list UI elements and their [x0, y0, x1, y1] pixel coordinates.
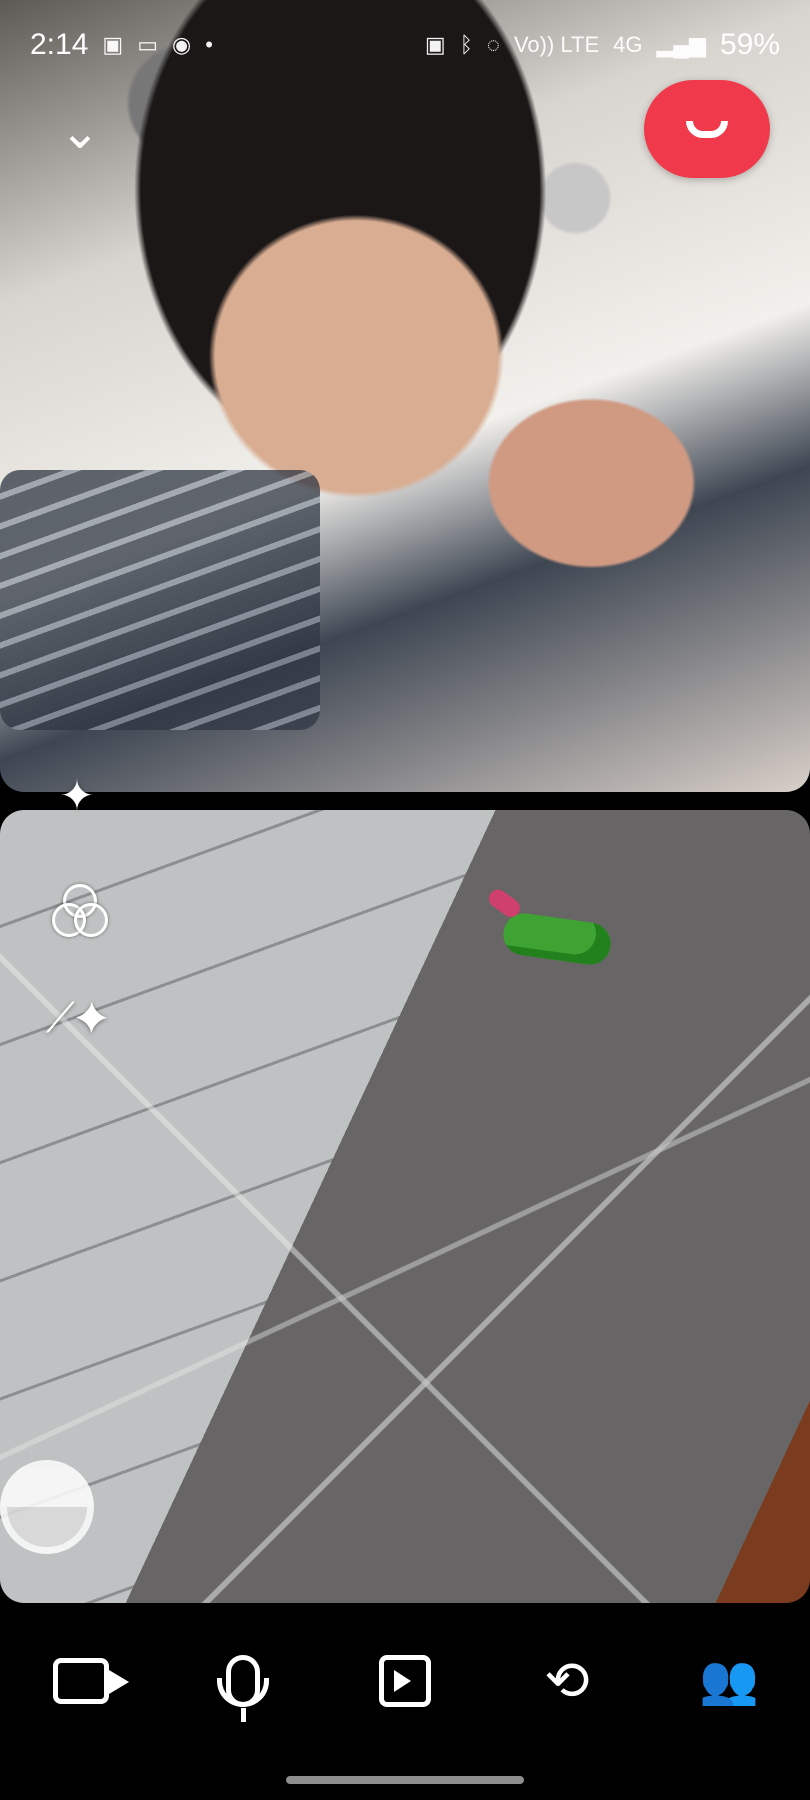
end-call-button[interactable] [644, 80, 770, 178]
time-text: 2:14 [30, 28, 89, 61]
filters-icon [51, 883, 108, 937]
status-left: 2:14 ▣ ▭ ◉ • [30, 28, 213, 62]
home-indicator[interactable] [286, 1776, 524, 1784]
mute-icon: ◌ [486, 32, 500, 57]
video-camera-icon [53, 1658, 129, 1704]
rug-pattern [0, 810, 810, 1603]
status-bar: 2:14 ▣ ▭ ◉ • ▣ ᛒ ◌ Vo)) LTE 4G ▂▄▆ 59% [0, 0, 810, 90]
image-icon: ▣ [102, 32, 124, 57]
lock-icon: ▣ [424, 32, 446, 57]
magic-wand-button[interactable]: ⟋✦ [44, 985, 110, 1051]
microphone-icon [217, 1655, 269, 1722]
switch-camera-icon: ⟲ [544, 1651, 590, 1711]
switch-camera-button[interactable]: ⟲ [531, 1645, 603, 1717]
self-view-thumbnail[interactable] [0, 1460, 94, 1554]
collapse-button[interactable]: ⌄ [52, 104, 108, 160]
video-icon: ▭ [137, 32, 158, 57]
call-controls: ⟲ 👥 [0, 1645, 810, 1722]
participants-icon: 👥 [699, 1654, 759, 1707]
effects-button[interactable]: ✦ [44, 762, 110, 828]
dot-icon: • [205, 32, 213, 57]
microphone-button[interactable] [207, 1645, 279, 1722]
camera-toggle-button[interactable] [45, 1645, 129, 1717]
local-video-feed [0, 810, 810, 1603]
status-right: ▣ ᛒ ◌ Vo)) LTE 4G ▂▄▆ 59% [425, 28, 780, 62]
messenger-icon: ◉ [171, 32, 192, 57]
bluetooth-icon: ᛒ [459, 32, 473, 57]
phone-hangup-icon [686, 120, 728, 138]
signal-icon: ▂▄▆ [656, 32, 706, 57]
filters-button[interactable] [44, 876, 110, 942]
sparkles-icon: ✦ [59, 771, 95, 819]
share-media-button[interactable] [369, 1645, 441, 1717]
magic-wand-icon: ⟋✦ [45, 993, 109, 1041]
chevron-down-icon: ⌄ [59, 106, 101, 159]
battery-text: 59% [719, 28, 780, 61]
participants-button[interactable]: 👥 [693, 1645, 765, 1717]
volte-icon: Vo)) LTE [513, 32, 600, 57]
4g-icon: 4G [613, 32, 643, 57]
share-media-icon [379, 1655, 431, 1707]
